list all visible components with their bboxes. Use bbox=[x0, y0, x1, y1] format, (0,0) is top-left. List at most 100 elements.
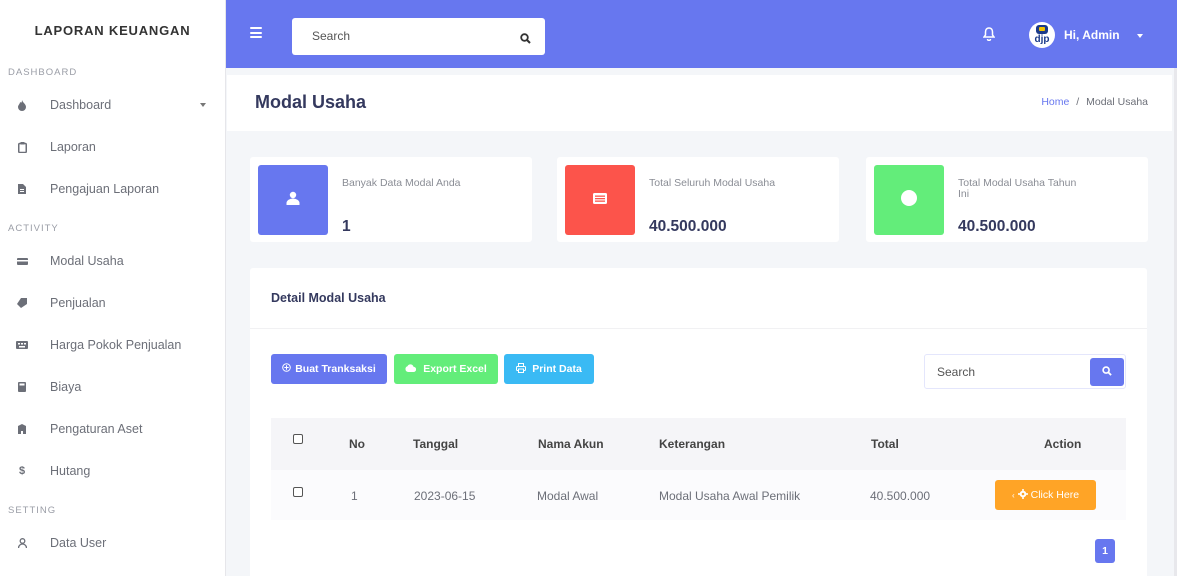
chevron-down-icon[interactable] bbox=[1137, 34, 1143, 38]
breadcrumb-home[interactable]: Home bbox=[1041, 96, 1069, 108]
page-header: Modal Usaha Home / Modal Usaha bbox=[227, 75, 1172, 131]
breadcrumb-current: Modal Usaha bbox=[1086, 96, 1148, 108]
table-row: 1 2023-06-15 Modal Awal Modal Usaha Awal… bbox=[271, 470, 1126, 520]
sidebar-item-pengajuan-laporan[interactable]: Pengajuan Laporan bbox=[0, 168, 225, 210]
avatar[interactable]: djp bbox=[1029, 22, 1055, 48]
table-header: No Tanggal Nama Akun Keterangan Total Ac… bbox=[271, 418, 1126, 470]
column-header-total: Total bbox=[871, 437, 899, 451]
pagination-page-1[interactable]: 1 bbox=[1095, 539, 1115, 563]
column-header-keterangan: Keterangan bbox=[659, 437, 726, 451]
cell-keterangan: Modal Usaha Awal Pemilik bbox=[659, 489, 801, 503]
sidebar-item-label: Dashboard bbox=[50, 98, 112, 112]
column-header-tanggal: Tanggal bbox=[413, 437, 459, 451]
sidebar: LAPORAN KEUANGAN DASHBOARD Dashboard Lap… bbox=[0, 0, 226, 576]
select-all-checkbox[interactable] bbox=[293, 434, 303, 444]
printer-icon bbox=[516, 362, 527, 376]
detail-panel: Detail Modal Usaha Buat Tranksaksi Expor… bbox=[250, 268, 1147, 576]
sidebar-item-hutang[interactable]: $ Hutang bbox=[0, 450, 225, 492]
stat-card-total-seluruh: Total Seluruh Modal Usaha 40.500.000 bbox=[557, 157, 839, 242]
dollar-icon: $ bbox=[18, 465, 26, 477]
brand-title[interactable]: LAPORAN KEUANGAN bbox=[0, 0, 225, 66]
sidebar-item-label: Modal Usaha bbox=[50, 254, 124, 268]
keyboard-icon bbox=[16, 339, 28, 351]
button-label: Click Here bbox=[1030, 489, 1080, 501]
gear-icon bbox=[1017, 488, 1028, 502]
cell-nama-akun: Modal Awal bbox=[537, 489, 599, 503]
chevron-down-icon bbox=[200, 103, 206, 107]
caret-left-icon: ‹ bbox=[1011, 490, 1015, 500]
sidebar-item-data-user[interactable]: Data User bbox=[0, 522, 225, 564]
sidebar-item-label: Biaya bbox=[50, 380, 82, 394]
button-label: Print Data bbox=[532, 363, 582, 375]
logo-icon bbox=[1036, 25, 1048, 34]
table-search-input[interactable] bbox=[937, 365, 1077, 379]
row-checkbox[interactable] bbox=[293, 487, 303, 497]
bell-icon[interactable] bbox=[982, 27, 996, 46]
top-search-input[interactable] bbox=[312, 29, 492, 43]
stat-value: 40.500.000 bbox=[649, 218, 727, 235]
calculator-icon bbox=[16, 381, 28, 393]
sidebar-item-label: Data User bbox=[50, 536, 107, 550]
table-search-button[interactable] bbox=[1090, 358, 1124, 386]
section-label-setting: SETTING bbox=[8, 505, 57, 516]
sidebar-item-label: Penjualan bbox=[50, 296, 106, 310]
cell-total: 40.500.000 bbox=[870, 489, 931, 503]
user-icon bbox=[16, 537, 28, 549]
column-header-no: No bbox=[349, 437, 365, 451]
panel-title: Detail Modal Usaha bbox=[271, 291, 386, 305]
sidebar-item-label: Pengaturan Aset bbox=[50, 422, 143, 436]
sidebar-item-penjualan[interactable]: Penjualan bbox=[0, 282, 225, 324]
sidebar-item-biaya[interactable]: Biaya bbox=[0, 366, 225, 408]
cloud-icon bbox=[405, 363, 417, 375]
plus-circle-icon bbox=[282, 363, 292, 375]
column-header-action: Action bbox=[1044, 437, 1082, 451]
receipt-icon bbox=[593, 191, 607, 209]
stat-label: Banyak Data Modal Anda bbox=[342, 177, 461, 189]
divider bbox=[250, 328, 1147, 329]
stat-label: Total Seluruh Modal Usaha bbox=[649, 177, 776, 189]
section-label-activity: ACTIVITY bbox=[8, 223, 59, 234]
stat-label: Total Modal Usaha Tahun Ini bbox=[958, 177, 1077, 200]
sidebar-item-dashboard[interactable]: Dashboard bbox=[0, 84, 225, 126]
breadcrumb: Home / Modal Usaha bbox=[1041, 96, 1148, 108]
file-icon bbox=[16, 183, 28, 195]
table-search-box bbox=[924, 354, 1126, 389]
breadcrumb-separator: / bbox=[1076, 96, 1080, 108]
cell-no: 1 bbox=[351, 489, 358, 503]
stat-value: 40.500.000 bbox=[958, 218, 1036, 235]
stat-card-banyak-data: Banyak Data Modal Anda 1 bbox=[250, 157, 532, 242]
stat-icon-box bbox=[874, 165, 944, 235]
sidebar-item-label: Pengajuan Laporan bbox=[50, 182, 160, 196]
export-excel-button[interactable]: Export Excel bbox=[394, 354, 498, 384]
search-icon[interactable] bbox=[520, 31, 531, 49]
avatar-text: djp bbox=[1034, 34, 1050, 45]
sidebar-item-label: Laporan bbox=[50, 140, 96, 154]
tag-icon bbox=[16, 297, 28, 309]
hamburger-menu-icon[interactable] bbox=[250, 27, 262, 38]
top-search-box bbox=[292, 18, 545, 55]
circle-icon bbox=[901, 189, 917, 211]
user-greeting[interactable]: Hi, Admin bbox=[1064, 28, 1120, 42]
cell-tanggal: 2023-06-15 bbox=[414, 489, 476, 503]
clipboard-icon bbox=[16, 141, 28, 153]
fire-icon bbox=[16, 99, 28, 111]
click-here-button[interactable]: ‹ Click Here bbox=[995, 480, 1096, 510]
page-title: Modal Usaha bbox=[255, 92, 367, 112]
stat-icon-box bbox=[258, 165, 328, 235]
wallet-icon bbox=[16, 255, 28, 267]
sidebar-item-modal-usaha[interactable]: Modal Usaha bbox=[0, 240, 225, 282]
search-icon bbox=[1102, 363, 1112, 381]
sidebar-item-pengaturan-aset[interactable]: Pengaturan Aset bbox=[0, 408, 225, 450]
column-header-nama-akun: Nama Akun bbox=[538, 437, 604, 451]
sidebar-item-laporan[interactable]: Laporan bbox=[0, 126, 225, 168]
sidebar-item-label: Hutang bbox=[50, 464, 91, 478]
sidebar-item-harga-pokok-penjualan[interactable]: Harga Pokok Penjualan bbox=[0, 324, 225, 366]
stat-card-total-tahun-ini: Total Modal Usaha Tahun Ini 40.500.000 bbox=[866, 157, 1148, 242]
buat-transaksi-button[interactable]: Buat Tranksaksi bbox=[271, 354, 387, 384]
stat-icon-box bbox=[565, 165, 635, 235]
print-data-button[interactable]: Print Data bbox=[504, 354, 594, 384]
topbar: djp Hi, Admin bbox=[226, 0, 1177, 68]
button-label: Buat Tranksaksi bbox=[295, 363, 376, 375]
section-label-dashboard: DASHBOARD bbox=[8, 67, 78, 78]
stat-value: 1 bbox=[342, 218, 351, 235]
